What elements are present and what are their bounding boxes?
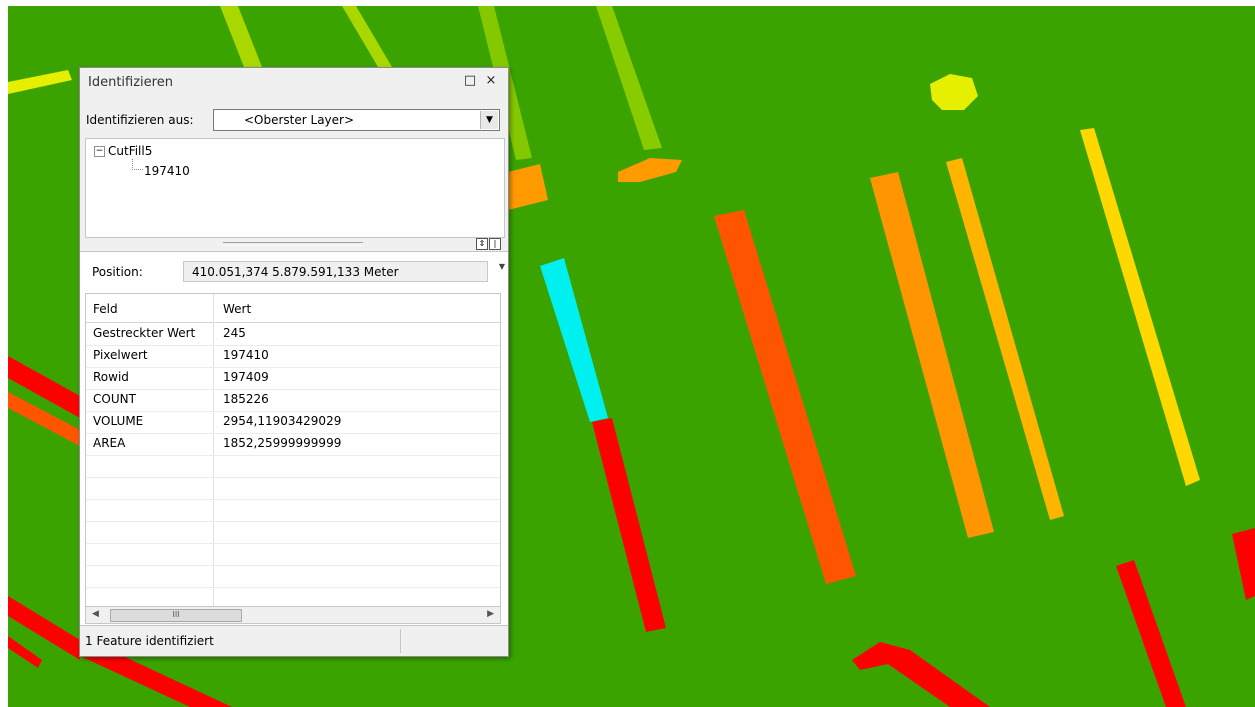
panel-splitter[interactable] <box>223 242 363 246</box>
identify-from-value: <Oberster Layer> <box>244 113 355 127</box>
table-row[interactable]: Pixelwert 197410 <box>86 345 500 368</box>
attribute-table[interactable]: Feld Wert Gestreckter Wert 245 Pixelwert 19… <box>85 293 501 607</box>
header-feld[interactable]: Feld <box>93 302 118 316</box>
position-label: Position: <box>92 265 143 279</box>
table-row[interactable]: Gestreckter Wert 245 <box>86 323 500 346</box>
value-cell: 185226 <box>223 392 269 406</box>
table-row[interactable] <box>86 455 500 478</box>
maximize-icon[interactable]: □ <box>462 73 478 89</box>
splitter-pin-icon[interactable]: | <box>489 238 501 250</box>
value-cell: 2954,11903429029 <box>223 414 342 428</box>
details-panel: Position: 410.051,374 5.879.591,133 Mete… <box>80 251 508 652</box>
table-row[interactable] <box>86 587 500 606</box>
table-row[interactable] <box>86 499 500 522</box>
scrollbar-thumb[interactable]: III <box>110 609 242 622</box>
tree-layer-label: CutFill5 <box>108 144 153 158</box>
status-bar: 1 Feature identifiziert <box>80 625 508 656</box>
header-wert[interactable]: Wert <box>223 302 251 316</box>
position-menu-icon[interactable]: ▼ <box>499 262 505 271</box>
field-cell: COUNT <box>93 392 136 406</box>
results-tree[interactable]: − CutFill5 197410 <box>85 138 505 238</box>
tree-collapse-icon[interactable]: − <box>94 146 105 157</box>
field-cell: Pixelwert <box>93 348 148 362</box>
tree-feature-node[interactable]: 197410 <box>144 164 190 178</box>
table-row[interactable]: VOLUME 2954,11903429029 <box>86 411 500 434</box>
splitter-collapse-icon[interactable]: ⇕ <box>476 238 488 250</box>
scroll-right-icon[interactable]: ▶ <box>487 609 494 619</box>
field-cell: AREA <box>93 436 126 450</box>
table-row[interactable]: Rowid 197409 <box>86 367 500 390</box>
value-cell: 197410 <box>223 348 269 362</box>
window-title: Identifizieren <box>88 75 173 90</box>
table-row[interactable] <box>86 521 500 544</box>
tree-layer-node[interactable]: − CutFill5 <box>94 144 152 158</box>
value-cell: 1852,25999999999 <box>223 436 342 450</box>
value-cell: 245 <box>223 326 246 340</box>
table-header: Feld Wert <box>86 294 500 323</box>
table-row[interactable] <box>86 565 500 588</box>
tree-connector <box>132 159 143 170</box>
value-cell: 197409 <box>223 370 269 384</box>
table-row[interactable]: COUNT 185226 <box>86 389 500 412</box>
table-row[interactable] <box>86 543 500 566</box>
dropdown-arrow-icon[interactable]: ▼ <box>480 111 498 129</box>
field-cell: Gestreckter Wert <box>93 326 196 340</box>
field-cell: VOLUME <box>93 414 144 428</box>
table-row[interactable] <box>86 477 500 500</box>
field-cell: Rowid <box>93 370 129 384</box>
close-icon[interactable]: × <box>483 73 499 89</box>
horizontal-scrollbar[interactable]: ◀ III ▶ <box>85 607 501 624</box>
identify-from-label: Identifizieren aus: <box>86 113 194 127</box>
status-divider <box>400 629 401 653</box>
identify-from-dropdown[interactable]: <Oberster Layer> ▼ <box>213 109 500 131</box>
scroll-left-icon[interactable]: ◀ <box>92 609 99 619</box>
identify-window[interactable]: Identifizieren □ × Identifizieren aus: <… <box>79 67 509 657</box>
status-text: 1 Feature identifiziert <box>85 634 214 648</box>
table-row[interactable]: AREA 1852,25999999999 <box>86 433 500 456</box>
position-value: 410.051,374 5.879.591,133 Meter <box>183 261 488 282</box>
title-bar[interactable]: Identifizieren □ × <box>80 68 508 96</box>
